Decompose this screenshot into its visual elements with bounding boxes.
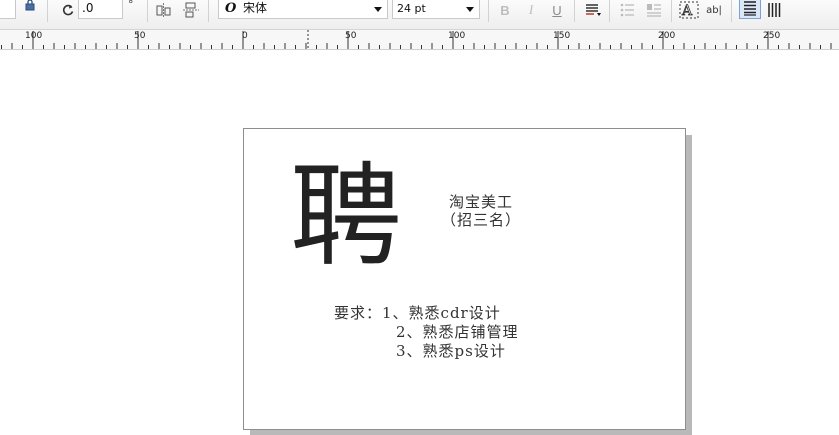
separator	[731, 0, 732, 22]
separator	[208, 0, 209, 22]
separator	[609, 0, 610, 22]
ruler-label: 100	[448, 31, 466, 41]
degree-symbol: °	[128, 0, 134, 11]
mirror-horizontal-icon[interactable]	[154, 1, 174, 19]
rotation-angle-value: .0	[82, 1, 94, 15]
ruler-label: 50	[134, 31, 146, 41]
property-bar: .0 ° O 宋体 24 pt B I U A ab|	[0, 0, 839, 30]
ruler-label: 0	[242, 31, 248, 41]
font-style-icon: O	[225, 1, 237, 16]
size-input-partial[interactable]	[0, 0, 16, 19]
lock-icon[interactable]	[20, 0, 40, 14]
bullet-list-icon[interactable]	[618, 1, 638, 19]
separator	[671, 0, 672, 22]
separator	[488, 0, 489, 22]
ruler-label: 250	[763, 31, 781, 41]
text-horizontal-icon[interactable]	[739, 0, 761, 19]
chevron-down-icon	[466, 7, 474, 12]
separator	[574, 0, 575, 22]
ruler-label: 150	[553, 31, 571, 41]
ruler-label: 100	[25, 31, 43, 41]
ruler-label: 200	[658, 31, 676, 41]
job-count-text[interactable]: （招三名）	[441, 209, 521, 230]
ruler-ticks	[1, 30, 832, 49]
font-name-dropdown[interactable]: O 宋体	[218, 0, 388, 19]
text-frame-icon[interactable]: A	[679, 1, 699, 19]
horizontal-ruler[interactable]: 100 50 0 50 100 150 200 250	[0, 30, 839, 50]
underline-icon[interactable]: U	[547, 1, 567, 19]
chevron-down-icon	[374, 7, 382, 12]
ruler-label: 50	[345, 31, 357, 41]
headline-character[interactable]: 聘	[290, 158, 402, 276]
italic-icon[interactable]: I	[521, 1, 541, 19]
text-align-icon[interactable]	[583, 1, 603, 19]
mirror-vertical-icon[interactable]	[181, 1, 201, 19]
edit-text-icon[interactable]: ab|	[704, 1, 724, 19]
font-name-value: 宋体	[243, 1, 268, 15]
text-vertical-icon[interactable]	[765, 1, 785, 19]
font-size-dropdown[interactable]: 24 pt	[392, 0, 480, 19]
requirement-line-1[interactable]: 要求：1、熟悉cdr设计	[334, 302, 501, 323]
separator	[147, 0, 148, 22]
svg-text:A: A	[681, 3, 693, 19]
rotation-angle-input[interactable]: .0	[78, 0, 123, 19]
drop-cap-icon[interactable]	[644, 1, 664, 19]
separator	[47, 0, 48, 22]
bold-icon[interactable]: B	[495, 1, 515, 19]
font-size-value: 24 pt	[397, 2, 426, 15]
requirement-line-2[interactable]: 2、熟悉店铺管理	[396, 321, 519, 342]
rotate-icon	[58, 1, 78, 19]
requirement-line-3[interactable]: 3、熟悉ps设计	[396, 340, 506, 361]
